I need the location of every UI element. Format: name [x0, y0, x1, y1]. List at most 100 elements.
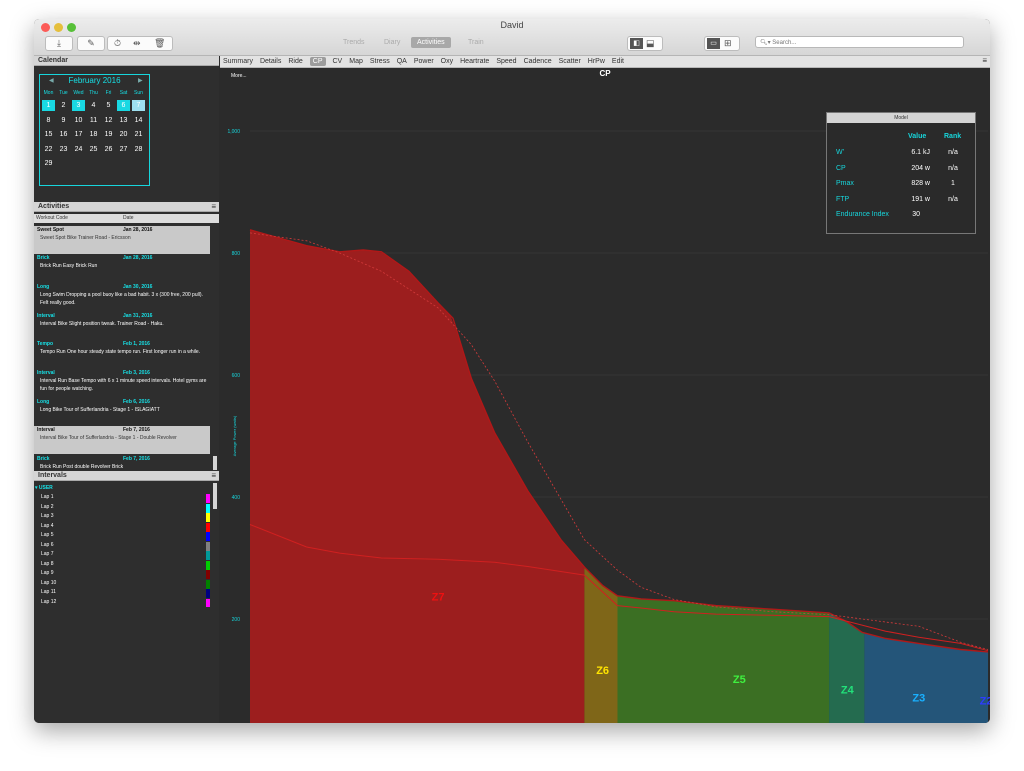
zone-label: Z5	[733, 674, 746, 686]
interval-row[interactable]: Lap 8	[41, 561, 54, 567]
interval-row[interactable]: Lap 3	[41, 513, 54, 519]
calendar-day[interactable]: 17	[72, 129, 85, 140]
calendar-day[interactable]: 20	[117, 129, 130, 140]
activity-type: Interval	[37, 313, 55, 319]
tab-ride[interactable]: Ride	[288, 57, 302, 66]
activity-date: Feb 1, 2016	[123, 341, 150, 347]
interval-row[interactable]: Lap 9	[41, 570, 54, 576]
tab-speed[interactable]: Speed	[496, 57, 516, 66]
interval-group[interactable]: ▾ USER	[35, 485, 53, 491]
trash-icon[interactable]: 🗑	[154, 37, 165, 50]
interval-row[interactable]: Lap 7	[41, 551, 54, 557]
activities-scrollbar[interactable]	[213, 456, 217, 470]
calendar-day[interactable]: 22	[42, 144, 55, 155]
interval-row[interactable]: Lap 5	[41, 532, 54, 538]
tile-layout-icon[interactable]: ⊞	[724, 37, 732, 50]
calendar-day[interactable]: 7	[132, 100, 145, 111]
activities-menu-icon[interactable]: ≡	[211, 202, 216, 212]
search-input[interactable]: 🔍︎▾ Search...	[755, 36, 964, 48]
download-icon: ⤓	[57, 38, 61, 48]
bottom-layout-icon[interactable]: ⬓	[646, 37, 655, 50]
intervals-scrollbar[interactable]	[213, 483, 217, 509]
calendar-day[interactable]: 16	[57, 129, 70, 140]
calendar-day[interactable]: 5	[102, 100, 115, 111]
calendar-day[interactable]: 27	[117, 144, 130, 155]
calendar-day[interactable]: 13	[117, 115, 130, 126]
tab-train[interactable]: Train	[462, 37, 490, 48]
edit-button[interactable]: ✎	[77, 36, 105, 51]
activity-row[interactable]: Brick Feb 7, 2016 Brick Run Post double Re…	[34, 455, 210, 470]
tab-heartrate[interactable]: Heartrate	[460, 57, 489, 66]
activity-row[interactable]: Interval Feb 7, 2016 Interval Bike Tour of…	[34, 426, 210, 454]
tab-layout-icon[interactable]: ▭	[707, 38, 720, 49]
activity-row[interactable]: Long Feb 6, 2016 Long Bike Tour of Sufferl…	[34, 398, 210, 426]
activity-row[interactable]: Brick Jan 28, 2016 Brick Run Easy Brick Ru…	[34, 254, 210, 282]
tab-cv[interactable]: CV	[333, 57, 343, 66]
edit-icon: ✎	[87, 38, 95, 48]
tab-menu-icon[interactable]: ≡	[982, 56, 987, 65]
calendar-day[interactable]: 12	[102, 115, 115, 126]
activity-row[interactable]: Interval Feb 3, 2016 Interval Run Base Tem…	[34, 369, 210, 397]
calendar-day[interactable]: 21	[132, 129, 145, 140]
calendar-day[interactable]: 10	[72, 115, 85, 126]
calendar-day[interactable]: 14	[132, 115, 145, 126]
tab-map[interactable]: Map	[349, 57, 363, 66]
calendar-day[interactable]: 19	[102, 129, 115, 140]
tab-activities[interactable]: Activities	[411, 37, 451, 48]
calendar-day[interactable]: 1	[42, 100, 55, 111]
tab-oxy[interactable]: Oxy	[441, 57, 453, 66]
tab-hrpw[interactable]: HrPw	[588, 57, 605, 66]
interval-row[interactable]: Lap 4	[41, 523, 54, 529]
interval-row[interactable]: Lap 2	[41, 504, 54, 510]
sidebar-layout-icon[interactable]: ◧	[630, 38, 643, 49]
calendar-day[interactable]: 29	[42, 158, 55, 169]
interval-row[interactable]: Lap 6	[41, 542, 54, 548]
calendar-day[interactable]: 3	[72, 100, 85, 111]
activity-type: Long	[37, 284, 50, 290]
tab-power[interactable]: Power	[414, 57, 434, 66]
tab-qa[interactable]: QA	[397, 57, 407, 66]
calendar-day[interactable]: 2	[57, 100, 70, 111]
model-title: Model	[827, 113, 975, 123]
calendar-day[interactable]: 8	[42, 115, 55, 126]
tab-diary[interactable]: Diary	[378, 37, 406, 48]
tab-scatter[interactable]: Scatter	[559, 57, 581, 66]
calendar-day[interactable]: 11	[87, 115, 100, 126]
calendar-day[interactable]: 25	[87, 144, 100, 155]
next-month-icon[interactable]: ▶	[138, 77, 143, 84]
activity-row[interactable]: Long Jan 30, 2016 Long Swim Dropping a poo…	[34, 283, 210, 311]
activity-row[interactable]: Sweet Spot Jan 28, 2016 Sweet Spot Bike Tr…	[34, 226, 210, 254]
calendar-day[interactable]: 9	[57, 115, 70, 126]
split-icon[interactable]: ⇹	[133, 37, 141, 50]
calendar-day[interactable]: 26	[102, 144, 115, 155]
column-date[interactable]: Date	[123, 215, 134, 221]
tab-stress[interactable]: Stress	[370, 57, 390, 66]
interval-row[interactable]: Lap 11	[41, 589, 56, 595]
calendar-day[interactable]: 28	[132, 144, 145, 155]
tab-edit[interactable]: Edit	[612, 57, 624, 66]
intervals-menu-icon[interactable]: ≡	[211, 471, 216, 481]
calendar-day[interactable]: 15	[42, 129, 55, 140]
tab-cadence[interactable]: Cadence	[524, 57, 552, 66]
interval-color-swatch	[206, 494, 210, 503]
interval-row[interactable]: Lap 10	[41, 580, 56, 586]
column-workout-code[interactable]: Workout Code	[36, 215, 68, 221]
calendar-day[interactable]: 4	[87, 100, 100, 111]
calendar-day[interactable]: 24	[72, 144, 85, 155]
activity-row[interactable]: Interval Jan 31, 2016 Interval Bike Slight…	[34, 312, 210, 340]
interval-row[interactable]: Lap 1	[41, 494, 54, 500]
tab-summary[interactable]: Summary	[223, 57, 253, 66]
tab-details[interactable]: Details	[260, 57, 281, 66]
window-title: David	[500, 20, 524, 30]
tab-trends[interactable]: Trends	[337, 37, 371, 48]
calendar-day[interactable]: 23	[57, 144, 70, 155]
stopwatch-icon[interactable]: ⏱	[114, 37, 121, 50]
interval-row[interactable]: Lap 12	[41, 599, 56, 605]
activity-row[interactable]: Tempo Feb 1, 2016 Tempo Run One hour stead…	[34, 340, 210, 368]
intervals-title: Intervals	[38, 472, 67, 479]
calendar-day[interactable]: 18	[87, 129, 100, 140]
calendar-day[interactable]: 6	[117, 100, 130, 111]
download-button[interactable]: ⤓	[45, 36, 73, 51]
tab-cp[interactable]: CP	[309, 57, 326, 66]
y-tick-label: 600	[232, 373, 241, 379]
